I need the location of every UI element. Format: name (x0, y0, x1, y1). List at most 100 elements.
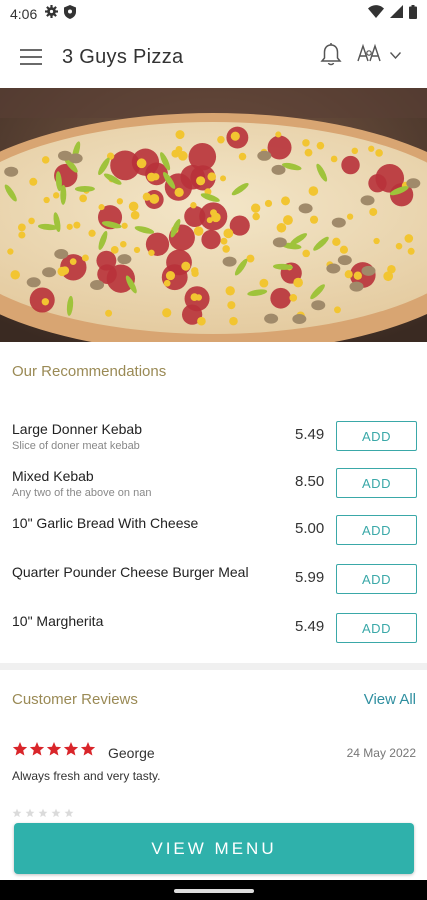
mushroom (361, 265, 376, 276)
list-item[interactable]: Quarter Pounder Cheese Burger Meal 5.99 … (0, 555, 427, 595)
corn (281, 196, 290, 206)
recommendations-title: Our Recommendations (12, 363, 167, 380)
next-review-rating (12, 808, 74, 818)
corn (252, 212, 260, 221)
corn (225, 286, 235, 296)
language-icon (356, 43, 382, 68)
corn (383, 271, 394, 282)
bell-icon[interactable] (316, 40, 346, 70)
corn (162, 308, 172, 318)
corn (309, 215, 319, 224)
corn (230, 131, 240, 141)
corn (116, 198, 124, 205)
corn (146, 172, 156, 182)
shield-icon (64, 4, 77, 24)
corn (73, 221, 81, 229)
view-all-link[interactable]: View All (364, 691, 416, 708)
corn (302, 249, 310, 258)
corn (206, 217, 213, 224)
star-icon (51, 808, 61, 818)
corn (181, 261, 191, 271)
add-button[interactable]: ADD (336, 421, 417, 451)
corn (369, 207, 378, 216)
corn (351, 147, 359, 155)
app-bar: 3 Guys Pizza (0, 28, 427, 86)
mushroom (311, 300, 326, 311)
corn (29, 177, 38, 186)
corn (330, 155, 338, 163)
list-item[interactable]: 10" Garlic Bread With Cheese 5.00 ADD (0, 506, 427, 546)
app-title: 3 Guys Pizza (62, 45, 184, 68)
corn (130, 210, 140, 220)
corn (210, 209, 217, 217)
corn (373, 237, 380, 245)
corn (148, 249, 155, 256)
item-price: 8.50 (295, 473, 325, 490)
corn (175, 145, 183, 153)
corn (353, 271, 362, 280)
corn (149, 193, 160, 204)
mushroom (264, 313, 279, 324)
review-rating (12, 741, 96, 757)
corn (334, 306, 341, 314)
corn (407, 247, 415, 255)
add-button[interactable]: ADD (336, 613, 417, 643)
mushroom (54, 249, 69, 260)
corn (28, 217, 35, 225)
mushroom (42, 267, 57, 278)
review-date: 24 May 2022 (346, 746, 416, 760)
star-icon (12, 742, 28, 756)
add-button[interactable]: ADD (336, 564, 417, 594)
corn (136, 158, 147, 169)
corn (238, 152, 247, 161)
corn (395, 242, 403, 250)
corn (69, 258, 77, 265)
corn (404, 234, 414, 243)
corn (304, 148, 313, 157)
list-item[interactable]: Large Donner Kebab Slice of doner meat k… (0, 412, 427, 452)
corn (121, 222, 128, 229)
view-menu-button[interactable]: VIEW MENU (14, 823, 414, 874)
language-selector[interactable] (356, 40, 416, 70)
corn (316, 141, 325, 150)
item-name: Mixed Kebab (12, 468, 94, 484)
mushroom (272, 237, 287, 248)
corn (7, 248, 14, 255)
corn (339, 245, 349, 254)
home-handle[interactable] (174, 889, 254, 893)
corn (60, 266, 70, 275)
mushroom (271, 164, 286, 175)
mushroom (257, 150, 272, 161)
item-price: 5.49 (295, 426, 325, 443)
list-item[interactable]: 10" Margherita 5.49 ADD (0, 604, 427, 644)
corn (229, 316, 238, 326)
corn (368, 145, 375, 152)
add-button[interactable]: ADD (336, 468, 417, 498)
corn (197, 316, 206, 326)
mushroom (326, 263, 341, 274)
corn (293, 277, 303, 288)
item-name: Quarter Pounder Cheese Burger Meal (12, 564, 249, 580)
hamburger-menu-icon[interactable] (0, 28, 62, 86)
battery-icon (409, 4, 417, 24)
corn (220, 237, 228, 245)
corn (223, 228, 234, 239)
corn (346, 213, 354, 220)
item-name: Large Donner Kebab (12, 421, 142, 437)
star-icon (80, 742, 96, 756)
review-text: Always fresh and very tasty. (12, 769, 161, 783)
corn (308, 186, 319, 196)
mushroom (4, 166, 19, 177)
list-item[interactable]: Mixed Kebab Any two of the above on nan … (0, 459, 427, 499)
item-price: 5.99 (295, 569, 325, 586)
item-description: Slice of doner meat kebab (12, 440, 140, 452)
corn (222, 245, 230, 253)
star-icon (12, 808, 22, 818)
corn (195, 294, 202, 301)
pepperoni (201, 229, 221, 250)
corn (175, 130, 185, 140)
mushroom (68, 153, 83, 164)
corn (17, 223, 26, 232)
add-button[interactable]: ADD (336, 515, 417, 545)
corn (88, 229, 96, 237)
